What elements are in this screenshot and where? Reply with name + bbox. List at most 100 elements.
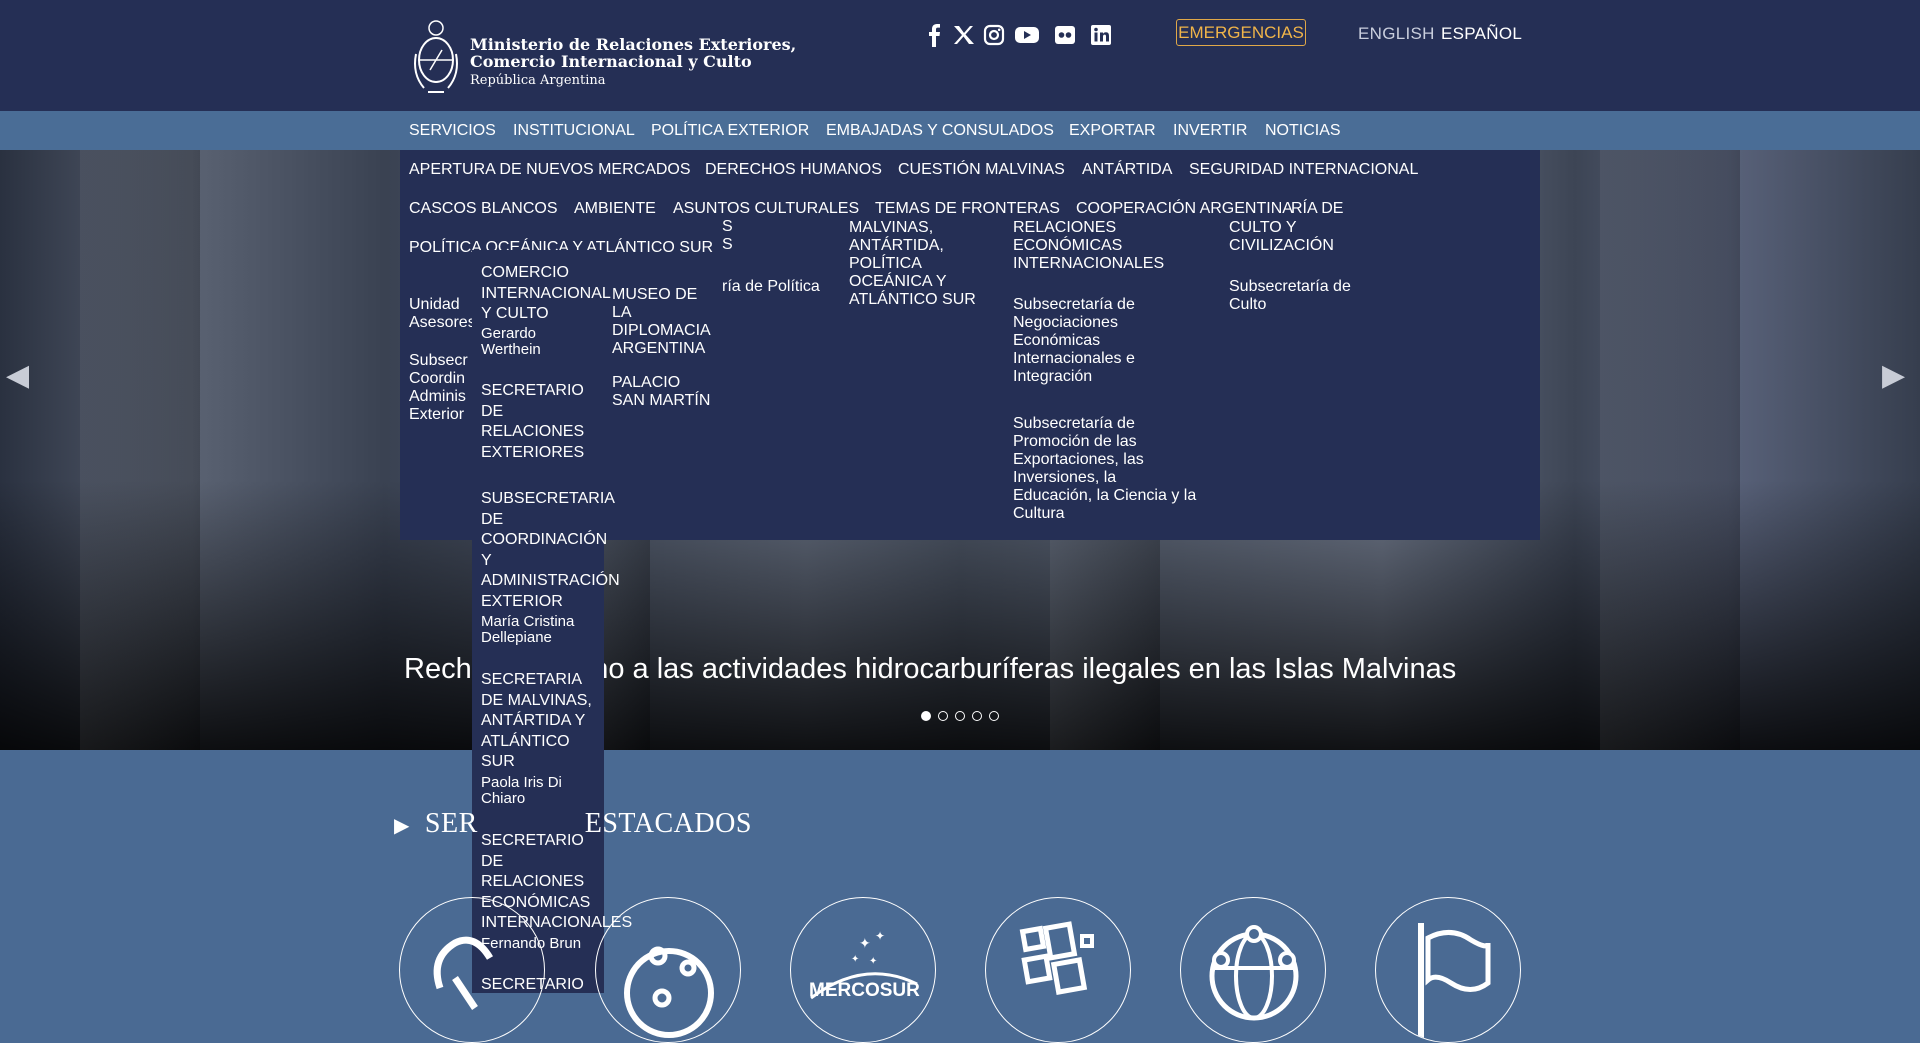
menu-temas-fronteras[interactable]: TEMAS DE FRONTERAS	[875, 200, 1060, 218]
service-circle-6[interactable]	[1375, 897, 1521, 1043]
menu-derechos-humanos[interactable]: DERECHOS HUMANOS	[705, 161, 882, 179]
slide-dot-3[interactable]	[955, 711, 965, 721]
col-c-text[interactable]: S	[722, 236, 733, 254]
youtube-icon[interactable]	[1012, 20, 1042, 50]
menu-asuntos-culturales[interactable]: ASUNTOS CULTURALES	[673, 200, 859, 218]
col-d-text[interactable]: OCEÁNICA Y	[849, 273, 976, 291]
col-a-text[interactable]: Unidad	[409, 296, 476, 314]
slider-prev-arrow[interactable]: ◀	[6, 358, 29, 393]
col-b-text[interactable]: PALACIO	[612, 374, 711, 392]
col-d-text[interactable]: ATLÁNTICO SUR	[849, 291, 976, 309]
col-b-text[interactable]: LA	[612, 304, 711, 322]
authority-title-line: ATLÁNTICO	[481, 732, 570, 750]
service-circle-5[interactable]	[1180, 897, 1326, 1043]
logo-text[interactable]: Ministerio de Relaciones Exteriores, Com…	[470, 36, 796, 90]
svg-text:✦: ✦	[851, 954, 859, 965]
nav-servicios[interactable]: SERVICIOS	[409, 122, 496, 140]
svg-text:✦: ✦	[859, 936, 871, 952]
authority-title-subsecretaria-coordinacion[interactable]: SUBSECRETARIA DE COORDINACIÓN Y ADMINIST…	[481, 489, 620, 612]
menu-antartida[interactable]: ANTÁRTIDA	[1082, 161, 1172, 179]
col-a-text[interactable]: Asesores	[409, 314, 476, 332]
nav-embajadas-consulados[interactable]: EMBAJADAS Y CONSULADOS	[826, 122, 1054, 140]
col-a-text[interactable]: Exterior	[409, 406, 476, 424]
col-e-sub-text: Cultura	[1013, 505, 1065, 522]
slide-dot-1[interactable]	[921, 711, 931, 721]
authority-title-line: DE MALVINAS,	[481, 691, 592, 709]
nav-politica-exterior[interactable]: POLÍTICA EXTERIOR	[651, 122, 809, 140]
nav-invertir[interactable]: INVERTIR	[1173, 122, 1247, 140]
menu-cooperacion-argentina[interactable]: COOPERACIÓN ARGENTINA	[1076, 200, 1293, 218]
flickr-icon[interactable]	[1050, 20, 1080, 50]
authority-title-line: DE	[481, 510, 504, 528]
col-e-text[interactable]: ECONÓMICAS	[1013, 237, 1164, 255]
col-e-sub-text: Promoción de las	[1013, 433, 1137, 450]
col-e-sub-text: Educación, la Ciencia y la	[1013, 487, 1197, 504]
col-d-text[interactable]: MALVINAS,	[849, 219, 976, 237]
menu-cuestion-malvinas[interactable]: CUESTIÓN MALVINAS	[898, 161, 1065, 179]
lang-espanol-link[interactable]: ESPAÑOL	[1441, 24, 1522, 44]
col-a-text[interactable]: Subsecr	[409, 352, 476, 370]
col-e-subsecretaria-negociaciones[interactable]: Subsecretaría de Negociaciones Económica…	[1013, 296, 1135, 386]
authority-name-dellepiane: María Cristina Dellepiane	[481, 614, 574, 646]
service-circle-mercosur[interactable]: ✦ ✦ ✦ ✦ MERCOSUR	[790, 897, 936, 1043]
emergencias-button[interactable]: EMERGENCIAS	[1176, 19, 1306, 46]
dropdown-edge	[1530, 150, 1540, 188]
col-e-subsecretaria-promocion[interactable]: Subsecretaría de Promoción de las Export…	[1013, 415, 1196, 523]
menu-seguridad-internacional[interactable]: SEGURIDAD INTERNACIONAL	[1189, 161, 1418, 179]
globe-network-icon	[1209, 925, 1299, 1021]
col-e-text[interactable]: RELACIONES	[1013, 219, 1164, 237]
slider-next-arrow[interactable]: ▶	[1882, 358, 1905, 393]
menu-ambiente[interactable]: AMBIENTE	[574, 200, 656, 218]
col-e-sub-text: Subsecretaría de	[1013, 415, 1135, 432]
authority-name-line: María Cristina	[481, 613, 575, 630]
site-header	[0, 0, 1920, 111]
facebook-icon[interactable]	[919, 20, 949, 50]
menu-cascos-blancos[interactable]: CASCOS BLANCOS	[409, 200, 557, 218]
col-b-text[interactable]: MUSEO DE	[612, 286, 711, 304]
authority-title-ministro[interactable]: COMERCIO INTERNACIONAL Y CULTO	[481, 263, 611, 325]
col-e-sub-text: Integración	[1013, 368, 1093, 385]
authority-title-line: Y CULTO	[481, 305, 549, 322]
nav-exportar[interactable]: EXPORTAR	[1069, 122, 1156, 140]
logo-ministry-line1: Ministerio de Relaciones Exteriores,	[470, 35, 797, 54]
slide-dot-2[interactable]	[938, 711, 948, 721]
lang-english-link[interactable]: ENGLISH	[1358, 24, 1435, 44]
authority-title-line: DE	[481, 402, 504, 420]
slide-dot-4[interactable]	[972, 711, 982, 721]
col-b-text[interactable]: ARGENTINA	[612, 340, 711, 358]
nav-institucional[interactable]: INSTITUCIONAL	[513, 122, 635, 140]
institutional-col-d: MALVINAS, ANTÁRTIDA, POLÍTICA OCEÁNICA Y…	[849, 219, 976, 309]
col-b-text[interactable]: DIPLOMACIA	[612, 322, 711, 340]
service-circle-2[interactable]	[595, 897, 741, 1043]
linkedin-icon[interactable]	[1086, 20, 1116, 50]
col-f-text[interactable]: CULTO Y	[1229, 219, 1334, 237]
service-circle-4[interactable]	[985, 897, 1131, 1043]
col-f-subsecretaria-culto[interactable]: Subsecretaría de Culto	[1229, 278, 1351, 314]
menu-secretaria-partial[interactable]: RÍA DE	[1291, 200, 1343, 218]
slide-dot-5[interactable]	[989, 711, 999, 721]
col-d-text[interactable]: POLÍTICA	[849, 255, 976, 273]
authority-title-secretario-relaciones-exteriores[interactable]: SECRETARIO DE RELACIONES EXTERIORES	[481, 381, 584, 463]
authority-title-secretaria-malvinas[interactable]: SECRETARIA DE MALVINAS, ANTÁRTIDA Y ATLÁ…	[481, 670, 592, 773]
authority-title-line: SUBSECRETARIA	[481, 490, 615, 507]
col-c-subsecretaria[interactable]: ría de Política	[722, 278, 820, 296]
menu-apertura-mercados[interactable]: APERTURA DE NUEVOS MERCADOS	[409, 161, 691, 179]
col-e-text[interactable]: INTERNACIONALES	[1013, 255, 1164, 273]
instagram-icon[interactable]	[979, 20, 1009, 50]
argentina-coat-of-arms-logo[interactable]	[410, 14, 462, 96]
col-e-sub-text: Económicas	[1013, 332, 1101, 349]
authority-title-line: ANTÁRTIDA Y	[481, 712, 586, 729]
col-b-text[interactable]: SAN MARTÍN	[612, 392, 711, 410]
authority-title-line: RELACIONES	[481, 873, 585, 890]
col-e-sub-text: Subsecretaría de	[1013, 296, 1135, 313]
authority-title-line: DE	[481, 852, 504, 870]
authority-name-line: Werthein	[481, 341, 541, 358]
col-c-text[interactable]: S	[722, 218, 733, 236]
col-a-text[interactable]: Coordin	[409, 370, 476, 388]
col-a-text[interactable]: Adminis	[409, 388, 476, 406]
x-icon[interactable]	[949, 20, 979, 50]
nav-noticias[interactable]: NOTICIAS	[1265, 122, 1341, 140]
service-circle-1[interactable]	[399, 897, 545, 1043]
col-f-text[interactable]: CIVILIZACIÓN	[1229, 237, 1334, 255]
col-d-text[interactable]: ANTÁRTIDA,	[849, 237, 976, 255]
